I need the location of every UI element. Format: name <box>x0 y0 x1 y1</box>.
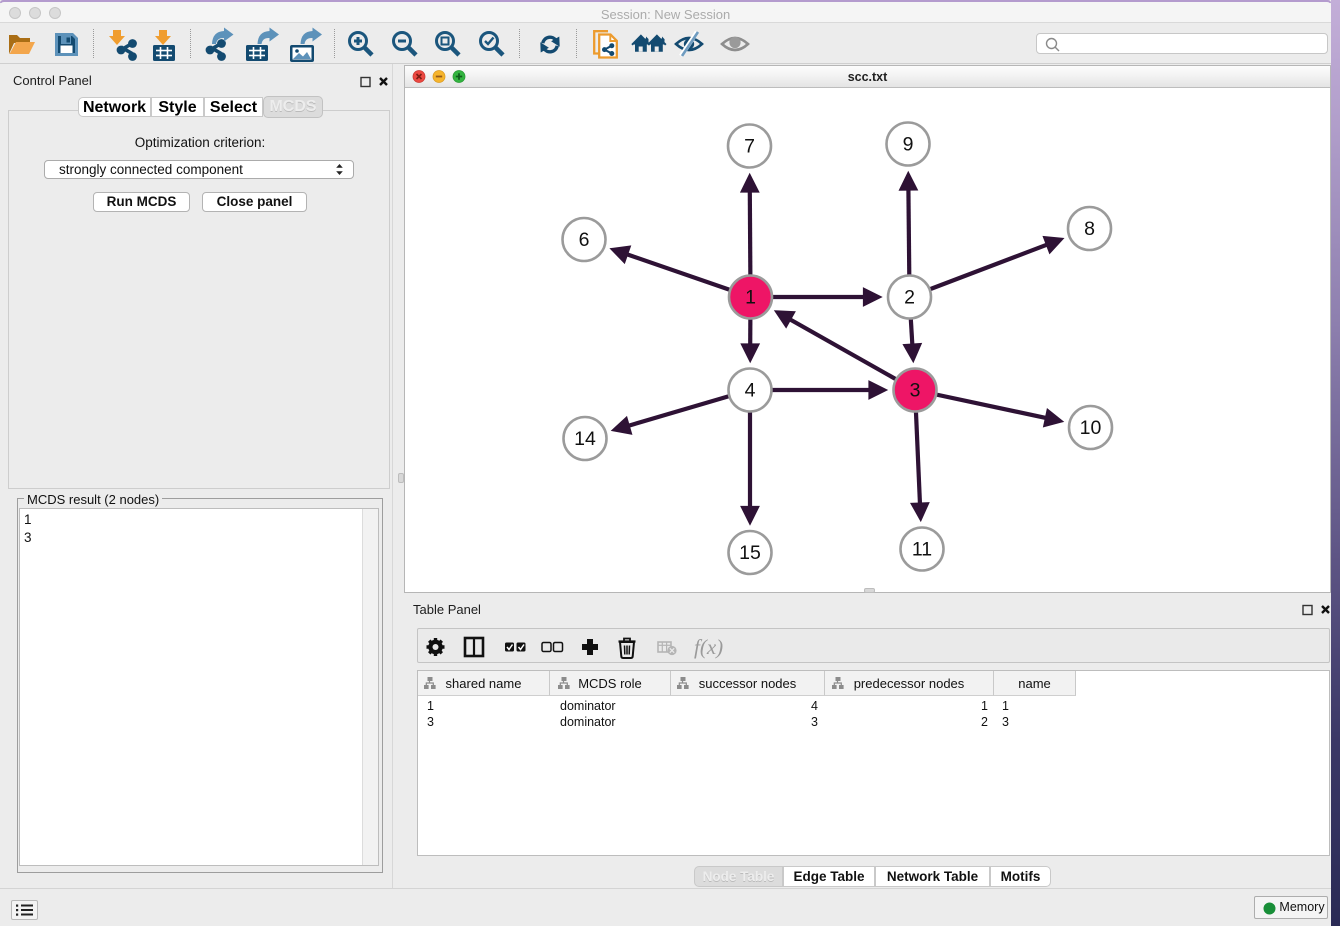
svg-text:14: 14 <box>574 428 596 450</box>
svg-text:9: 9 <box>903 134 914 156</box>
svg-text:2: 2 <box>904 287 915 309</box>
svg-text:11: 11 <box>912 539 932 561</box>
svg-text:4: 4 <box>745 380 756 402</box>
svg-text:3: 3 <box>910 380 921 402</box>
svg-text:f(x): f(x) <box>694 635 723 659</box>
svg-text:6: 6 <box>579 229 590 251</box>
svg-text:1: 1 <box>745 287 756 309</box>
svg-text:10: 10 <box>1080 417 1102 439</box>
svg-text:15: 15 <box>739 542 761 564</box>
svg-text:7: 7 <box>744 136 755 158</box>
svg-text:8: 8 <box>1084 218 1095 240</box>
